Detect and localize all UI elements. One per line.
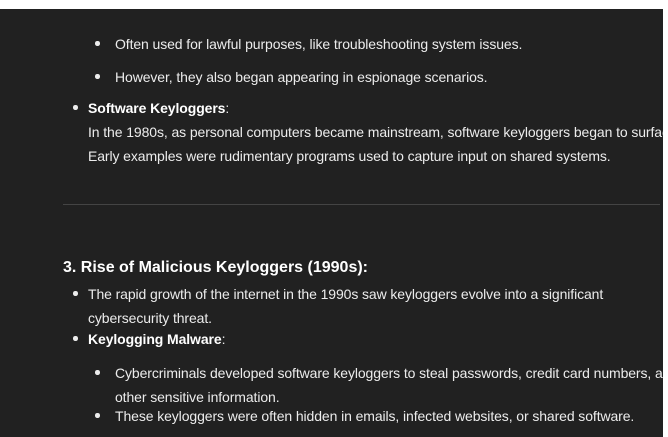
list-item-text: other sensitive information. [115,389,280,405]
section-divider [63,204,660,205]
heading-colon: : [221,331,226,347]
section-heading: 3. Rise of Malicious Keyloggers (1990s): [63,259,368,276]
keylogging-malware-title: Keylogging Malware [88,331,222,347]
list-bullet [73,105,78,110]
paragraph-line: The rapid growth of the internet in the … [88,286,604,302]
paragraph-line: cybersecurity threat. [88,310,212,326]
list-item-text: However, they also began appearing in es… [115,69,488,85]
list-item-text: Cybercriminals developed software keylog… [115,365,663,381]
list-bullet [95,370,100,375]
paragraph-line: Early examples were rudimentary programs… [88,148,611,164]
software-keyloggers-heading: Software Keyloggers: [88,99,229,117]
list-bullet [73,291,78,296]
list-item-text: These keyloggers were often hidden in em… [115,408,635,424]
software-keyloggers-title: Software Keyloggers [88,100,226,116]
chat-response-panel: Often used for lawful purposes, like tro… [0,9,663,437]
list-bullet [95,413,100,418]
list-bullet [95,74,100,79]
list-bullet [73,336,78,341]
heading-colon: : [225,100,230,116]
paragraph-line: In the 1980s, as personal computers beca… [88,124,663,140]
keylogging-malware-heading: Keylogging Malware: [88,330,225,348]
list-item-text: Often used for lawful purposes, like tro… [115,36,523,52]
list-bullet [95,41,100,46]
